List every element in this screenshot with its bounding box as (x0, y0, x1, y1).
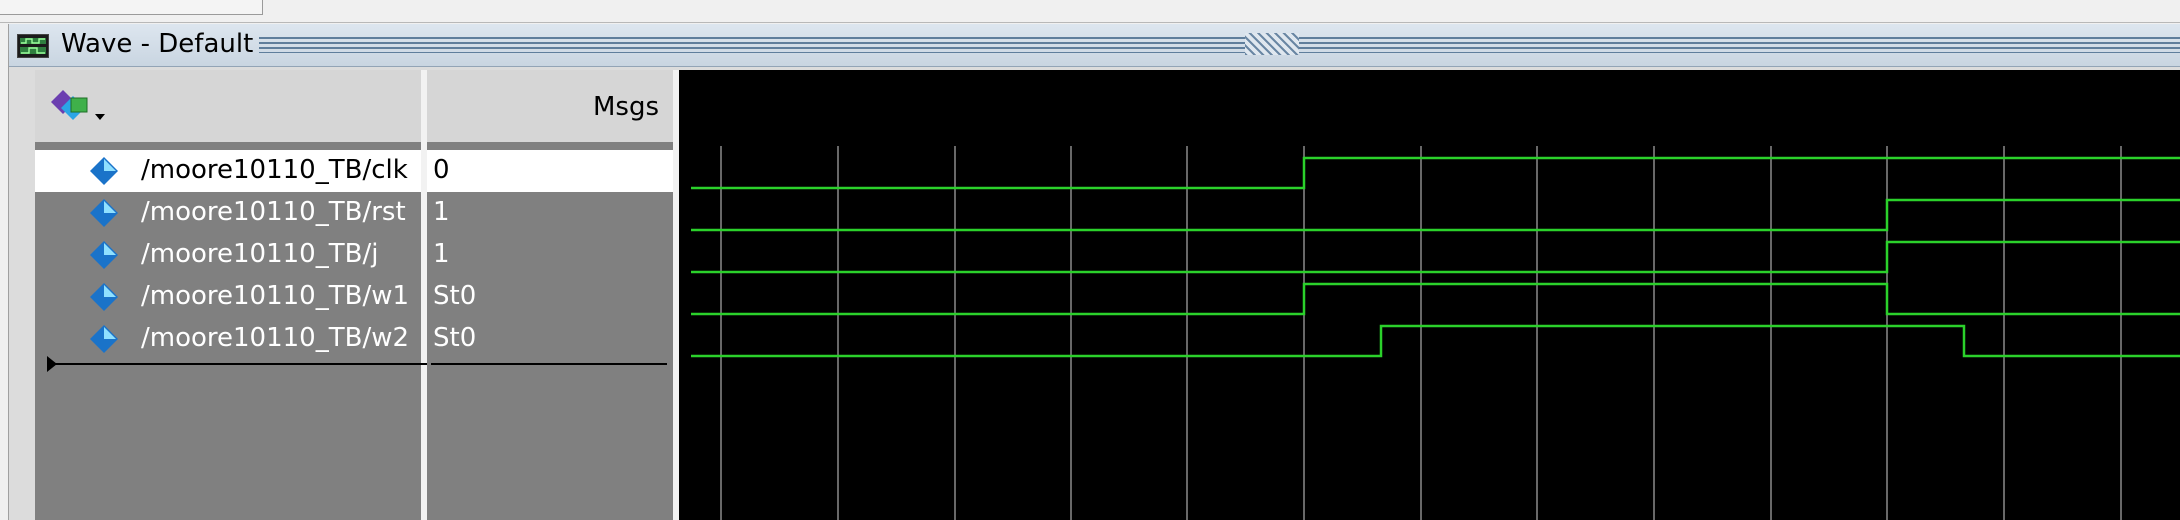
signal-name: /moore10110_TB/rst (141, 197, 406, 227)
value-insertion-line (431, 363, 667, 365)
signal-diamond-icon (90, 283, 118, 311)
value-cell-clk[interactable]: 0 (427, 150, 673, 192)
wave-trace-j (691, 240, 2180, 274)
wave-trace-w2 (691, 324, 2180, 358)
value-cell-j[interactable]: 1 (427, 234, 673, 276)
signal-row-w1[interactable]: /moore10110_TB/w1 (35, 276, 421, 318)
signal-diamond-icon (90, 157, 118, 185)
wave-trace-w1 (691, 282, 2180, 316)
waveform-canvas (691, 146, 2180, 520)
left-gutter (9, 142, 35, 520)
wave-window-icon (17, 34, 49, 58)
wave-window: Wave - Default Msgs /moore10110_TB/clk /… (8, 24, 2180, 520)
signal-row-w2[interactable]: /moore10110_TB/w2 (35, 318, 421, 360)
signal-value: St0 (433, 323, 477, 353)
signal-value: 1 (433, 239, 450, 269)
signal-value: 1 (433, 197, 450, 227)
signal-row-rst[interactable]: /moore10110_TB/rst (35, 192, 421, 234)
signal-diamond-icon (90, 325, 118, 353)
signal-value: 0 (433, 155, 450, 185)
top-strip (0, 0, 2180, 23)
wave-cursor-header[interactable] (679, 70, 2180, 142)
value-cell-w2[interactable]: St0 (427, 318, 673, 360)
signal-values-pane: 0 1 1 St0 St0 (427, 142, 679, 520)
tab-edge[interactable] (0, 0, 263, 15)
signal-name: /moore10110_TB/j (141, 239, 379, 269)
title-grip-lines (259, 37, 2180, 53)
title-bar[interactable]: Wave - Default (9, 24, 2180, 67)
signal-names-pane: /moore10110_TB/clk /moore10110_TB/rst /m… (35, 142, 431, 520)
signal-row-clk[interactable]: /moore10110_TB/clk (35, 150, 421, 192)
waveform-pane[interactable] (679, 142, 2180, 520)
value-cell-rst[interactable]: 1 (427, 192, 673, 234)
signal-row-j[interactable]: /moore10110_TB/j (35, 234, 421, 276)
signal-diamond-icon (90, 199, 118, 227)
signal-name: /moore10110_TB/clk (141, 155, 408, 185)
names-header (35, 70, 427, 142)
signal-name: /moore10110_TB/w1 (141, 281, 410, 311)
signal-name: /moore10110_TB/w2 (141, 323, 410, 353)
signal-value: St0 (433, 281, 477, 311)
value-cell-w1[interactable]: St0 (427, 276, 673, 318)
window-title: Wave - Default (61, 29, 254, 59)
msgs-column-label: Msgs (592, 92, 659, 122)
values-header: Msgs (427, 70, 679, 142)
wave-trace-rst (691, 198, 2180, 232)
add-signal-dropdown-icon[interactable] (51, 86, 111, 126)
signal-diamond-icon (90, 241, 118, 269)
wave-trace-clk (691, 156, 2180, 190)
insertion-line (49, 363, 431, 365)
drag-handle[interactable] (1245, 33, 1299, 55)
